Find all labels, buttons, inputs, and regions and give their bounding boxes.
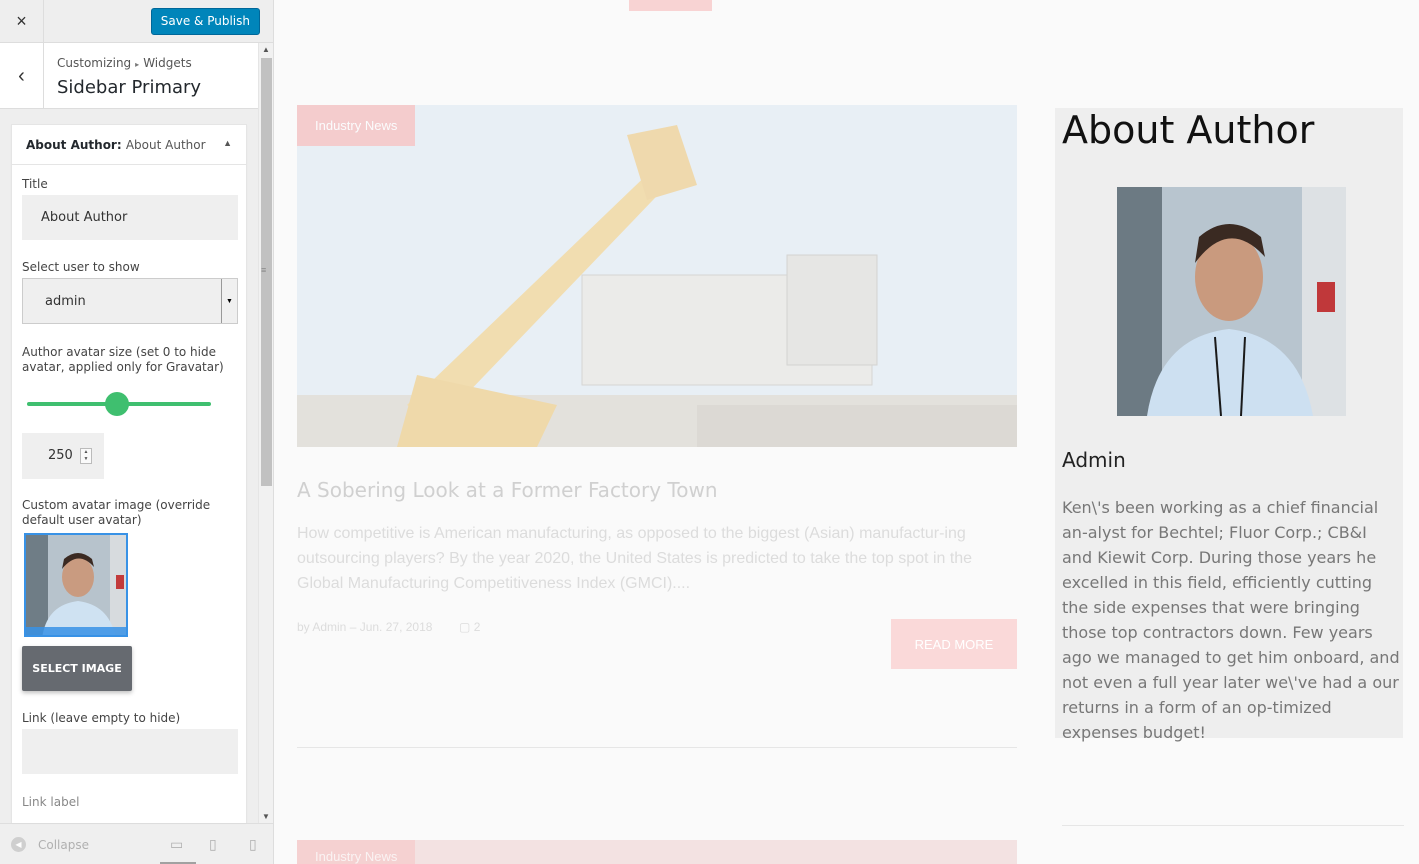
link-input[interactable]: [22, 729, 238, 774]
tablet-icon[interactable]: ▯: [209, 836, 217, 853]
collapse-arrow-icon[interactable]: ▲: [223, 138, 232, 148]
resize-grip-icon[interactable]: ≡: [261, 265, 266, 275]
avatar-size-slider-handle[interactable]: [105, 392, 130, 416]
back-icon[interactable]: ‹: [0, 43, 44, 109]
post-title[interactable]: A Sobering Look at a Former Factory Town: [297, 478, 718, 502]
post-featured-image[interactable]: Industry News: [297, 105, 1017, 447]
breadcrumb-customizing: Customizing: [57, 56, 132, 70]
custom-avatar-preview[interactable]: [24, 533, 128, 637]
next-post-image[interactable]: Industry News: [297, 840, 1017, 864]
post-divider: [297, 747, 1017, 748]
spinner-arrows-icon[interactable]: ▲ ▼: [80, 448, 92, 464]
custom-avatar-label: Custom avatar image (override default us…: [22, 498, 211, 527]
widget-title-type: About Author:: [26, 138, 122, 152]
collapse-icon[interactable]: ◀: [11, 837, 26, 852]
desktop-icon[interactable]: ▭: [170, 836, 183, 853]
collapse-label[interactable]: Collapse: [38, 838, 89, 852]
widget-title-instance: About Author: [125, 138, 206, 152]
avatar-size-value: 250: [48, 448, 73, 463]
next-post-category-badge[interactable]: Industry News: [297, 840, 416, 864]
section-title-bar: ‹ Customizing ▸ Widgets Sidebar Primary: [0, 43, 258, 109]
post-category-badge[interactable]: Industry News: [297, 105, 416, 146]
author-name: Admin: [1062, 448, 1126, 472]
author-photo: [1117, 187, 1346, 416]
avatar-size-label: Author avatar size (set 0 to hide avatar…: [22, 345, 224, 374]
panel-header: × Save & Publish: [0, 0, 273, 43]
select-image-button[interactable]: SELECT IMAGE: [22, 646, 132, 691]
breadcrumb-widgets: Widgets: [143, 56, 192, 70]
read-more-button[interactable]: READ MORE: [891, 619, 1017, 669]
widget-title: About Author: About Author: [26, 138, 206, 152]
link-label: Link (leave empty to hide): [22, 711, 181, 725]
top-accent-bar: [629, 0, 712, 11]
title-input[interactable]: [22, 195, 238, 240]
widget-header[interactable]: About Author: About Author ▲: [12, 125, 246, 165]
mobile-icon[interactable]: ▯: [249, 836, 257, 853]
about-author-heading: About Author: [1062, 108, 1315, 152]
close-icon[interactable]: ×: [0, 0, 44, 43]
scroll-down-icon[interactable]: ▼: [262, 812, 270, 821]
post-comments[interactable]: ▢ 2: [459, 620, 480, 634]
user-select-label: Select user to show: [22, 260, 140, 274]
scroll-up-icon[interactable]: ▲: [262, 45, 270, 54]
section-title: Sidebar Primary: [57, 77, 202, 98]
crane-image: [297, 105, 1017, 447]
user-select[interactable]: admin ▼: [22, 278, 238, 324]
breadcrumb: Customizing ▸ Widgets: [57, 56, 192, 70]
save-publish-button[interactable]: Save & Publish: [150, 8, 260, 35]
sidebar-divider: [1062, 825, 1404, 826]
author-photo-image: [1117, 187, 1346, 416]
comment-count: 2: [473, 620, 481, 634]
about-author-sidebar-widget: About Author Admin Ken\'s been working a…: [1055, 108, 1403, 742]
user-select-value: admin: [45, 294, 86, 309]
comment-icon: ▢: [459, 620, 471, 634]
panel-scrollbar[interactable]: ▲ ▼: [258, 43, 273, 823]
author-bio: Ken\'s been working as a chief financial…: [1062, 498, 1400, 742]
breadcrumb-separator-icon: ▸: [135, 60, 140, 69]
post-meta[interactable]: by Admin – Jun. 27, 2018: [297, 620, 432, 634]
dropdown-arrow-icon[interactable]: ▼: [221, 279, 237, 323]
site-preview: Industry News A Sobering Look at a Forme…: [275, 0, 1419, 864]
avatar-thumbnail-image: [26, 535, 126, 635]
title-label: Title: [22, 177, 48, 191]
post-excerpt: How competitive is American manufacturin…: [297, 525, 973, 592]
customizer-footer: ◀ Collapse ▭ ▯ ▯: [0, 823, 273, 864]
link-text-label: Link label: [22, 795, 80, 809]
about-author-widget: About Author: About Author ▲ Title Selec…: [11, 124, 247, 824]
avatar-size-number[interactable]: 250 ▲ ▼: [22, 433, 104, 479]
customizer-panel: × Save & Publish ‹ Customizing ▸ Widgets S…: [0, 0, 274, 864]
